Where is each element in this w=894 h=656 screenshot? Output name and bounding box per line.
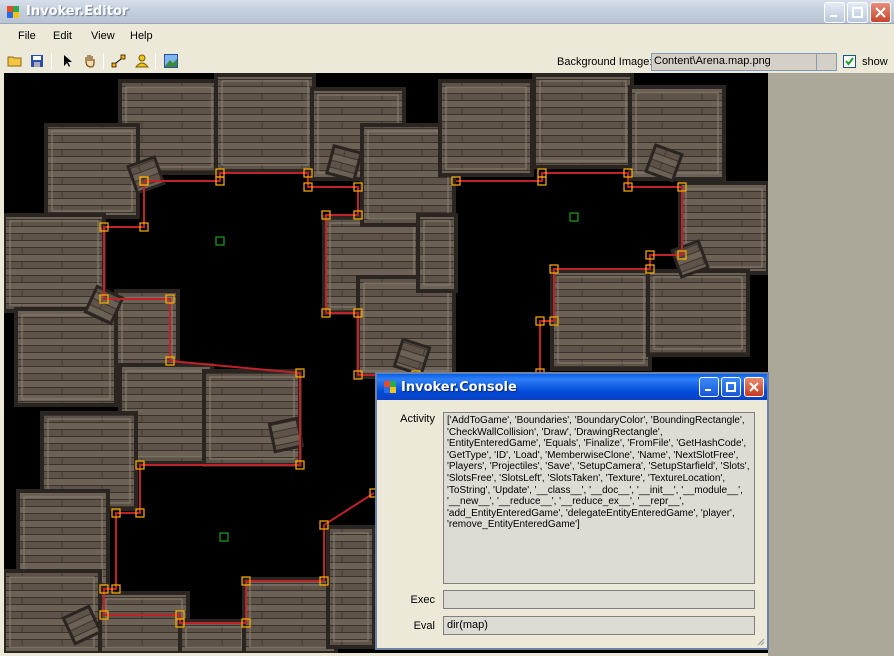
side-panel: [768, 73, 894, 656]
maximize-icon: [726, 382, 736, 392]
spawn-point-marker: [569, 212, 579, 222]
console-titlebar[interactable]: Invoker.Console: [377, 374, 767, 400]
wooden-crate: [178, 619, 250, 653]
wooden-crate: [532, 73, 634, 169]
check-icon: [845, 57, 854, 66]
close-icon: [875, 7, 886, 18]
console-minimize-button[interactable]: [699, 377, 719, 397]
menu-edit[interactable]: Edit: [53, 30, 72, 42]
maximize-icon: [852, 7, 863, 18]
wooden-crate: [214, 73, 316, 173]
console-close-button[interactable]: [744, 377, 764, 397]
nodes-icon: [111, 54, 126, 68]
console-maximize-button[interactable]: [721, 377, 741, 397]
exec-label: Exec: [410, 594, 435, 606]
exec-field[interactable]: [443, 590, 755, 609]
activity-output[interactable]: ['AddToGame', 'Boundaries', 'BoundaryCol…: [443, 412, 755, 584]
maximize-button[interactable]: [847, 2, 868, 23]
app-icon: [7, 6, 19, 18]
wooden-crate: [44, 123, 140, 219]
toolbar-separator: [51, 53, 52, 69]
minimize-button[interactable]: [824, 2, 845, 23]
wooden-crate: [326, 525, 376, 649]
player-tool-button[interactable]: [132, 51, 152, 71]
pointer-icon: [64, 55, 72, 67]
hand-icon: [85, 55, 95, 68]
eval-label: Eval: [413, 620, 435, 632]
menu-view[interactable]: View: [91, 30, 115, 42]
minimize-icon: [705, 389, 711, 391]
show-checkbox-label: show: [862, 56, 888, 68]
wooden-crate: [646, 269, 750, 357]
open-folder-icon: [7, 56, 22, 67]
window-title: Invoker.Editor: [26, 4, 129, 19]
minimize-icon: [830, 15, 837, 17]
wooden-crate: [550, 269, 652, 371]
boundary-tool-button[interactable]: [109, 51, 129, 71]
close-icon: [749, 382, 759, 392]
close-button[interactable]: [870, 2, 891, 23]
wooden-crate: [98, 591, 190, 653]
save-icon: [31, 55, 43, 67]
console-window: Invoker.Console Activity ['AddToGame', '…: [375, 372, 769, 650]
wooden-crate: [438, 79, 534, 177]
open-button[interactable]: [5, 51, 25, 71]
small-crate: [267, 416, 305, 454]
editor-titlebar[interactable]: Invoker.Editor: [0, 0, 894, 24]
small-crate: [325, 144, 363, 182]
console-app-icon: [384, 381, 396, 393]
image-icon: [164, 54, 178, 68]
pan-tool-button[interactable]: [80, 51, 100, 71]
wooden-crate: [4, 213, 106, 313]
menu-help[interactable]: Help: [130, 30, 153, 42]
background-tool-button[interactable]: [161, 51, 181, 71]
background-image-field[interactable]: Content\Arena.map.png: [651, 53, 817, 71]
wooden-crate: [242, 577, 338, 653]
menu-bar: File Edit View Help: [0, 26, 894, 47]
menu-file[interactable]: File: [18, 30, 36, 42]
background-browse-button[interactable]: [816, 53, 837, 71]
toolbar-separator: [103, 53, 104, 69]
spawn-point-marker: [215, 236, 225, 246]
wooden-crate: [14, 307, 118, 407]
save-button[interactable]: [27, 51, 47, 71]
spawn-point-marker: [219, 532, 229, 542]
console-title: Invoker.Console: [401, 380, 517, 395]
user-icon: [134, 54, 150, 68]
background-image-label: Background Image:: [557, 56, 653, 68]
toolbar-separator: [155, 53, 156, 69]
select-tool-button[interactable]: [57, 51, 77, 71]
resize-grip-icon[interactable]: [755, 636, 765, 646]
show-checkbox[interactable]: [843, 55, 856, 68]
eval-field[interactable]: dir(map): [443, 616, 755, 635]
activity-label: Activity: [400, 413, 435, 425]
